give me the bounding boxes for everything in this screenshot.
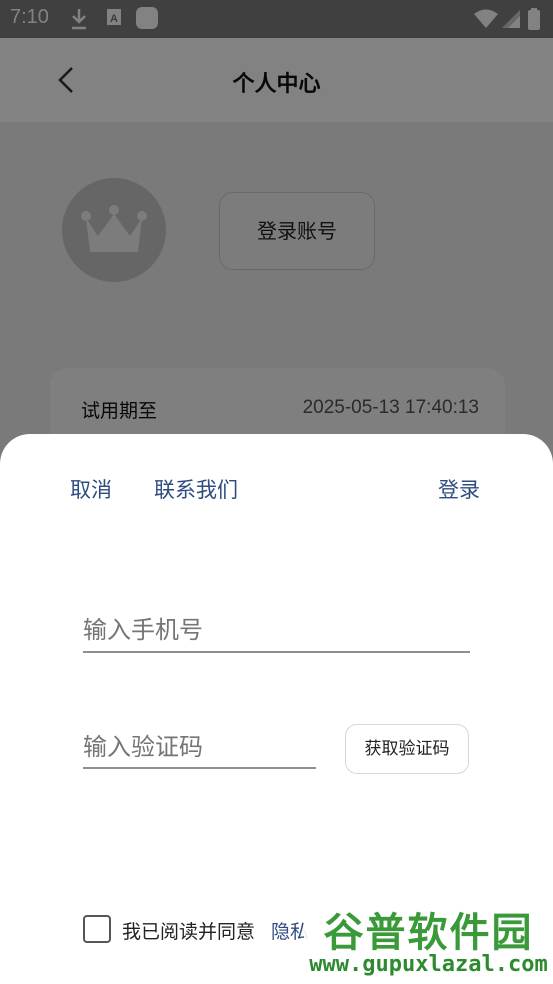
phone-input[interactable] [83,612,469,648]
phone-underline [83,651,470,653]
agree-checkbox[interactable] [83,915,111,943]
login-button[interactable]: 登录 [438,474,480,504]
watermark-title: 谷普软件园 [323,910,534,956]
contact-us-button[interactable]: 联系我们 [154,474,238,504]
watermark: 谷普软件园 www.gupuxlazal.com [304,896,553,982]
cancel-button[interactable]: 取消 [70,474,112,504]
agree-text: 我已阅读并同意 [122,921,256,943]
code-underline [83,767,316,769]
watermark-url: www.gupuxlazal.com [309,952,548,977]
get-code-button[interactable]: 获取验证码 [345,724,469,774]
code-input[interactable] [83,729,315,765]
